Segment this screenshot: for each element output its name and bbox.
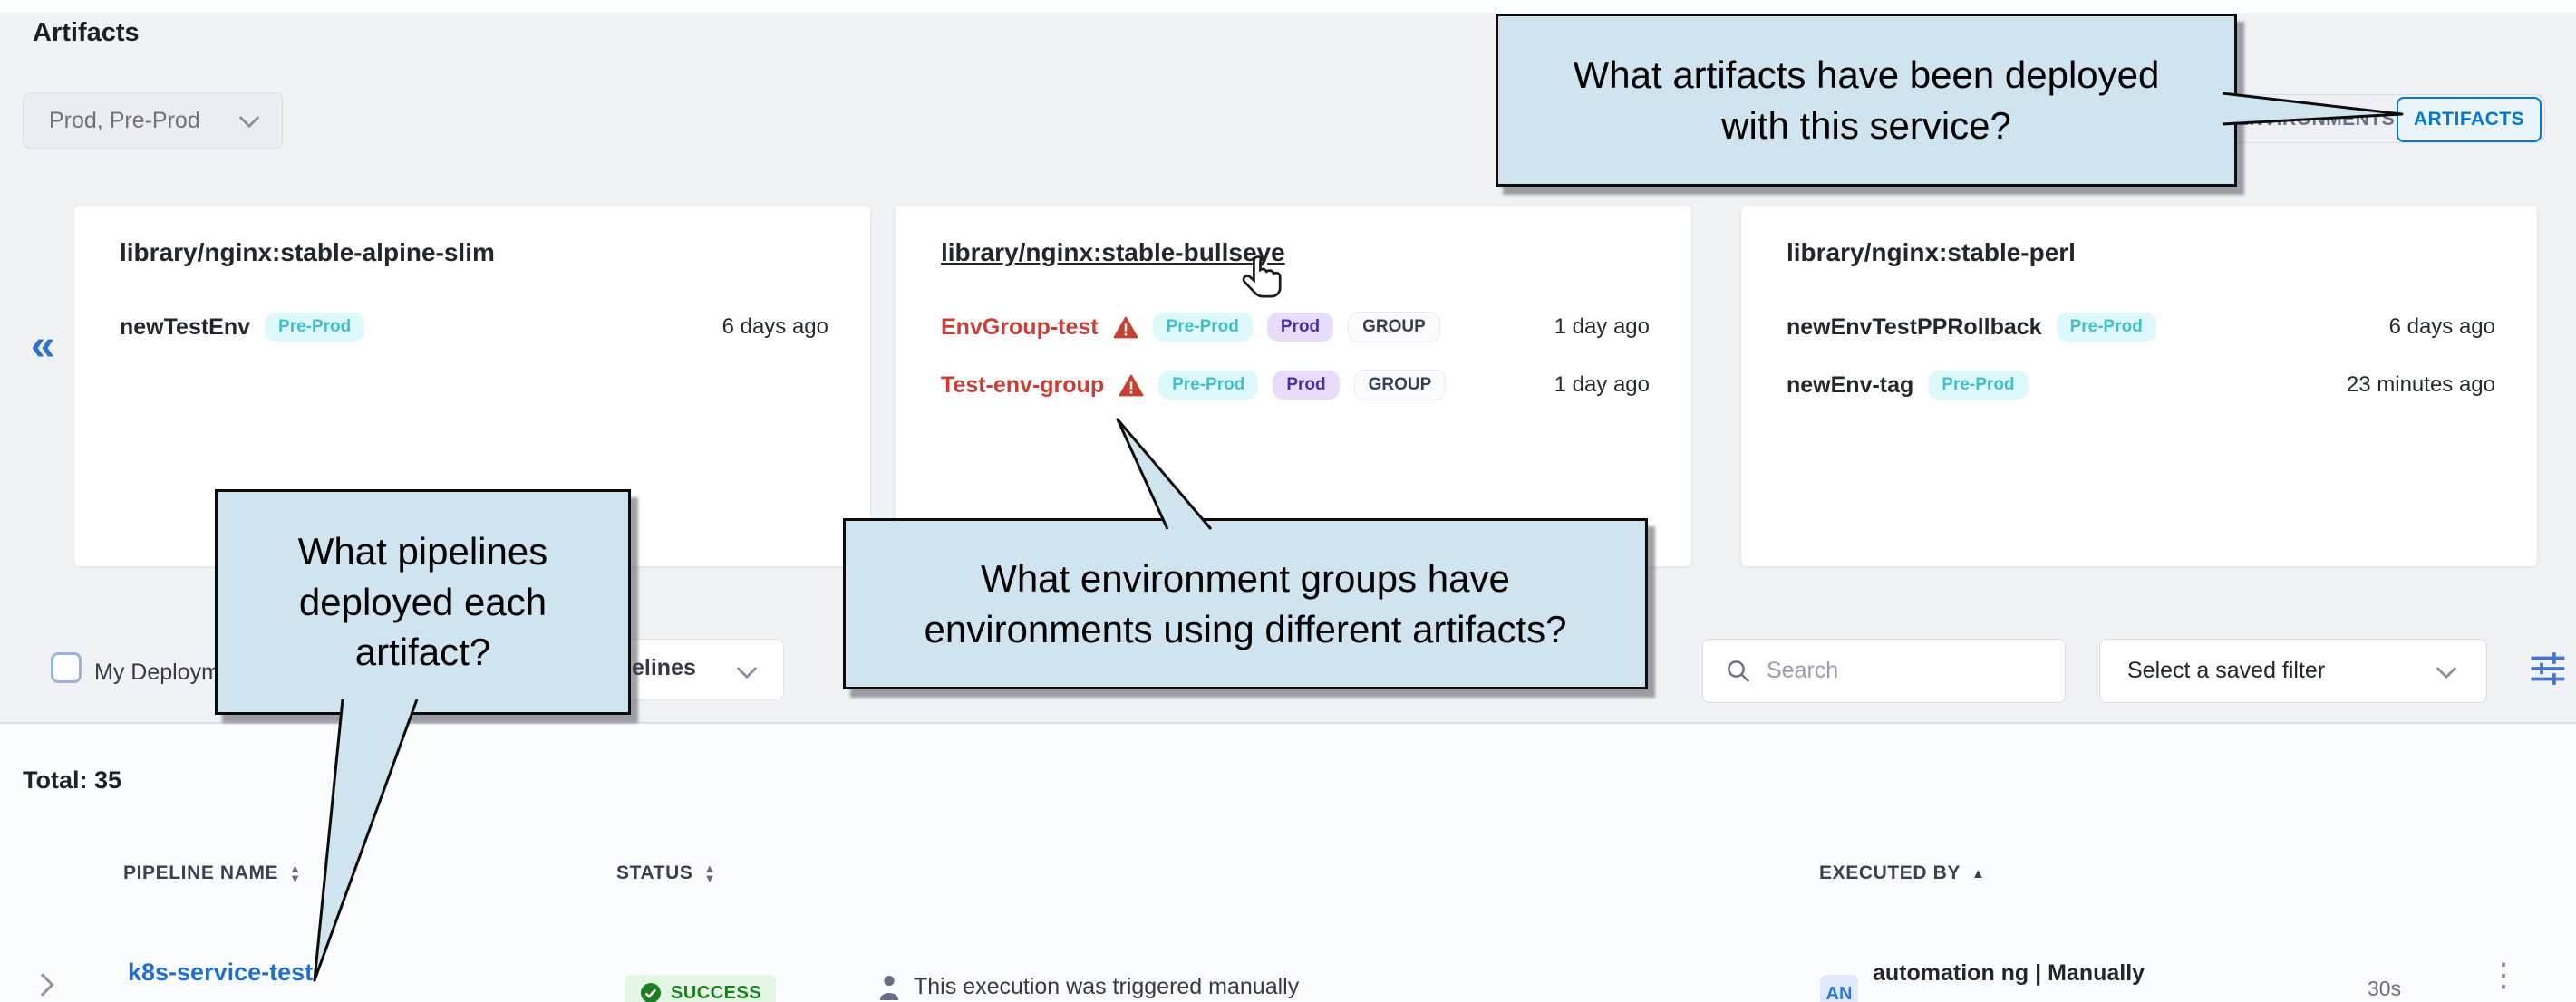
sort-icon[interactable]: ▲▼ bbox=[703, 863, 715, 883]
executed-by-value: automation ng | Manually bbox=[1873, 960, 2145, 987]
env-type-badge: Pre-Prod bbox=[1158, 371, 1258, 400]
saved-filter-dropdown[interactable]: Select a saved filter bbox=[2099, 639, 2487, 703]
view-toggle: ENVIRONMENTS ARTIFACTS bbox=[2212, 94, 2545, 143]
search-box bbox=[1702, 639, 2066, 703]
annotation-pipelines-question: What pipelines deployed each artifact? bbox=[215, 489, 631, 715]
search-icon bbox=[1725, 658, 1752, 685]
env-group-link[interactable]: Test-env-group bbox=[941, 372, 1104, 399]
saved-filter-label: Select a saved filter bbox=[2127, 658, 2325, 684]
column-header-status[interactable]: STATUS ▲▼ bbox=[616, 862, 716, 884]
environment-row: newTestEnv Pre-Prod 6 days ago bbox=[120, 307, 828, 347]
environment-row: Test-env-group Pre-Prod Prod GROUP 1 day… bbox=[941, 365, 1650, 405]
environment-name: newEnv-tag bbox=[1787, 372, 1913, 399]
environment-row: newEnv-tag Pre-Prod 23 minutes ago bbox=[1787, 365, 2495, 405]
deployed-time: 1 day ago bbox=[1554, 372, 1650, 398]
duration-value: 30s bbox=[2368, 977, 2401, 1001]
pipelines-dropdown-label: elines bbox=[632, 655, 696, 681]
environment-row: newEnvTestPPRollback Pre-Prod 6 days ago bbox=[1787, 307, 2495, 347]
tab-environments[interactable]: ENVIRONMENTS bbox=[2236, 109, 2395, 130]
env-type-badge: Pre-Prod bbox=[1153, 313, 1253, 342]
environment-name: newTestEnv bbox=[120, 314, 250, 341]
row-overflow-menu-icon[interactable]: ⋮ bbox=[2487, 959, 2520, 991]
status-badge: SUCCESS bbox=[625, 975, 776, 1002]
artifact-card: library/nginx:stable-bullseye EnvGroup-t… bbox=[896, 206, 1691, 566]
env-scope-dropdown[interactable]: Prod, Pre-Prod bbox=[23, 92, 283, 149]
deployed-time: 1 day ago bbox=[1554, 314, 1650, 340]
env-type-badge: Pre-Prod bbox=[1928, 371, 2028, 400]
user-icon bbox=[877, 973, 901, 1000]
annotation-envgroups-question: What environment groups have environment… bbox=[843, 518, 1648, 689]
my-deployments-checkbox[interactable] bbox=[51, 652, 82, 683]
column-header-executed-by[interactable]: EXECUTED BY ▲ bbox=[1819, 862, 1985, 884]
warning-icon bbox=[1119, 374, 1144, 397]
page-title: Artifacts bbox=[33, 18, 140, 48]
sort-ascending-icon[interactable]: ▲ bbox=[1971, 866, 1985, 882]
tab-artifacts[interactable]: ARTIFACTS bbox=[2397, 97, 2542, 142]
top-strip bbox=[0, 0, 2576, 13]
status-text: SUCCESS bbox=[671, 983, 761, 1002]
executions-section bbox=[0, 724, 2576, 1002]
trigger-note: This execution was triggered manually bbox=[877, 973, 1299, 1000]
env-type-badge: Prod bbox=[1267, 313, 1333, 342]
collapse-panel-icon[interactable]: « bbox=[31, 324, 55, 368]
annotation-artifacts-question: What artifacts have been deployed with t… bbox=[1496, 14, 2237, 187]
artifact-card: library/nginx:stable-perl newEnvTestPPRo… bbox=[1741, 206, 2537, 566]
success-check-icon bbox=[640, 982, 662, 1002]
total-count: Total: 35 bbox=[23, 766, 121, 795]
pipeline-name-link[interactable]: k8s-service-test bbox=[128, 959, 313, 987]
group-badge: GROUP bbox=[1354, 370, 1447, 400]
deployed-time: 23 minutes ago bbox=[2347, 372, 2495, 398]
artifact-title: library/nginx:stable-perl bbox=[1787, 238, 2076, 267]
group-badge: GROUP bbox=[1348, 312, 1440, 342]
artifacts-page: Artifacts Prod, Pre-Prod « ENVIRONMENTS … bbox=[0, 0, 2576, 1002]
deployed-time: 6 days ago bbox=[722, 314, 828, 340]
avatar: AN bbox=[1820, 975, 1858, 1002]
chevron-down-icon bbox=[737, 659, 758, 679]
chevron-down-icon bbox=[2436, 658, 2457, 679]
environment-row: EnvGroup-test Pre-Prod Prod GROUP 1 day … bbox=[941, 307, 1650, 347]
deployed-time: 6 days ago bbox=[2389, 314, 2495, 340]
env-group-link[interactable]: EnvGroup-test bbox=[941, 314, 1099, 341]
env-type-badge: Pre-Prod bbox=[265, 313, 364, 342]
warning-icon bbox=[1113, 316, 1138, 339]
env-type-badge: Pre-Prod bbox=[2057, 313, 2156, 342]
env-type-badge: Prod bbox=[1273, 371, 1339, 400]
artifact-title: library/nginx:stable-alpine-slim bbox=[120, 238, 495, 267]
column-header-pipeline[interactable]: PIPELINE NAME ▲▼ bbox=[123, 862, 302, 884]
my-deployments-label: My Deploym bbox=[94, 660, 220, 686]
artifact-title-link[interactable]: library/nginx:stable-bullseye bbox=[941, 238, 1285, 267]
environment-name: newEnvTestPPRollback bbox=[1787, 314, 2042, 341]
chevron-down-icon bbox=[239, 108, 260, 129]
filter-settings-icon[interactable] bbox=[2527, 647, 2569, 690]
env-scope-value: Prod, Pre-Prod bbox=[49, 108, 200, 134]
sort-icon[interactable]: ▲▼ bbox=[289, 863, 301, 883]
search-input[interactable] bbox=[1765, 657, 2022, 685]
